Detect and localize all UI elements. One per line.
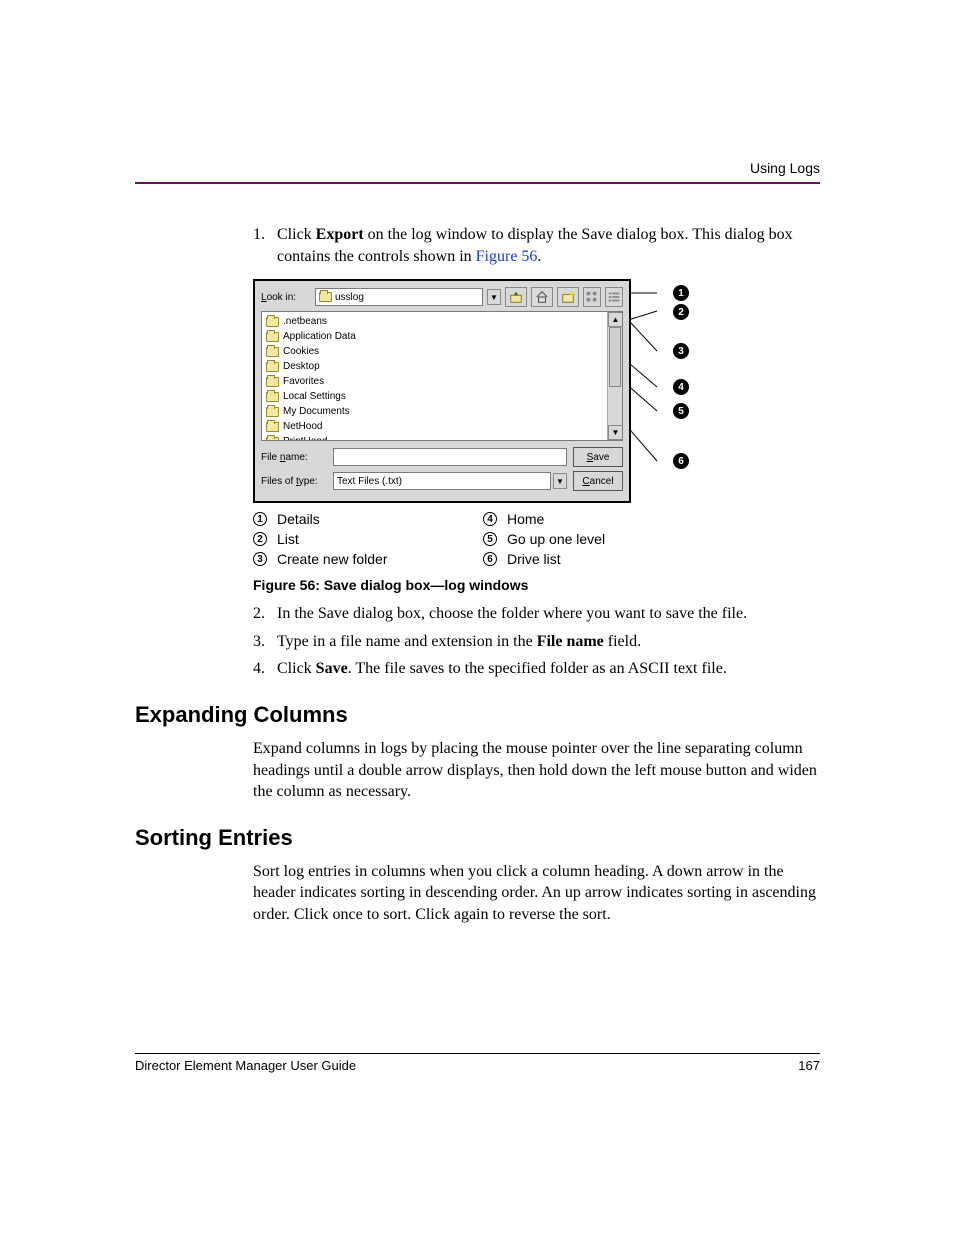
header-rule <box>135 182 820 184</box>
step-number: 4. <box>253 658 277 680</box>
dropdown-arrow-icon[interactable]: ▼ <box>487 289 501 305</box>
running-header: Using Logs <box>135 160 820 176</box>
callout-badge: 5 <box>673 403 689 419</box>
filename-label: File name: <box>261 452 327 463</box>
folder-icon <box>266 317 279 327</box>
scroll-up-icon[interactable]: ▲ <box>608 312 623 327</box>
legend-num: 6 <box>483 552 497 566</box>
list-item[interactable]: PrintHood <box>262 434 622 441</box>
step-text: Click Export on the log window to displa… <box>277 224 820 267</box>
heading-expanding-columns: Expanding Columns <box>135 702 820 728</box>
list-item[interactable]: NetHood <box>262 419 622 434</box>
footer-title: Director Element Manager User Guide <box>135 1058 356 1073</box>
figure-56: Look in: usslog ▼ <box>253 279 673 503</box>
folder-icon <box>266 362 279 372</box>
callout-legend: 1Details 2List 3Create new folder 4Home … <box>253 511 820 571</box>
details-view-button[interactable] <box>605 287 623 307</box>
lookin-dropdown[interactable]: usslog <box>315 288 483 306</box>
callout-badge: 1 <box>673 285 689 301</box>
step-text: In the Save dialog box, choose the folde… <box>277 603 820 625</box>
legend-text: Details <box>277 511 320 527</box>
list-item[interactable]: Cookies <box>262 344 622 359</box>
t: . <box>537 248 541 265</box>
legend-num: 1 <box>253 512 267 526</box>
save-button[interactable]: Save <box>573 447 623 467</box>
step-number: 3. <box>253 631 277 653</box>
file-list[interactable]: .netbeans Application Data Cookies Deskt… <box>261 311 623 441</box>
dropdown-arrow-icon[interactable]: ▼ <box>553 473 567 489</box>
page-footer: Director Element Manager User Guide 167 <box>135 1053 820 1073</box>
list-item[interactable]: Desktop <box>262 359 622 374</box>
filetype-dropdown[interactable]: Text Files (.txt) <box>333 472 551 490</box>
callout-badge: 6 <box>673 453 689 469</box>
steps-bottom: 2. In the Save dialog box, choose the fo… <box>253 603 820 680</box>
list-item[interactable]: Local Settings <box>262 389 622 404</box>
heading-sorting-entries: Sorting Entries <box>135 825 820 851</box>
list-item[interactable]: My Documents <box>262 404 622 419</box>
list-item[interactable]: .netbeans <box>262 314 622 329</box>
lookin-label: Look in: <box>261 292 311 303</box>
callout-badge: 3 <box>673 343 689 359</box>
legend-text: Drive list <box>507 551 561 567</box>
save-dialog: Look in: usslog ▼ <box>253 279 631 503</box>
filetype-label: Files of type: <box>261 476 327 487</box>
legend-num: 3 <box>253 552 267 566</box>
paragraph: Sort log entries in columns when you cli… <box>253 861 820 926</box>
list-item[interactable]: Favorites <box>262 374 622 389</box>
step-number: 2. <box>253 603 277 625</box>
lookin-row: Look in: usslog ▼ <box>255 281 629 311</box>
folder-icon <box>266 407 279 417</box>
list-view-button[interactable] <box>583 287 601 307</box>
folder-icon <box>266 332 279 342</box>
t-bold: Export <box>316 226 364 243</box>
figure-caption: Figure 56: Save dialog box—log windows <box>253 577 820 593</box>
filename-input[interactable] <box>333 448 567 466</box>
t: Click <box>277 226 316 243</box>
scroll-down-icon[interactable]: ▼ <box>608 425 623 440</box>
paragraph: Expand columns in logs by placing the mo… <box>253 738 820 803</box>
folder-icon <box>266 377 279 387</box>
lookin-value: usslog <box>335 292 364 303</box>
home-button[interactable] <box>531 287 553 307</box>
figure-link[interactable]: Figure 56 <box>476 248 538 265</box>
legend-text: List <box>277 531 299 547</box>
folder-icon <box>319 292 332 302</box>
page-number: 167 <box>798 1058 820 1073</box>
cancel-button[interactable]: Cancel <box>573 471 623 491</box>
up-one-level-button[interactable] <box>505 287 527 307</box>
folder-icon <box>266 347 279 357</box>
steps-top: 1. Click Export on the log window to dis… <box>253 224 820 267</box>
scrollbar[interactable]: ▲ ▼ <box>607 312 622 440</box>
legend-num: 4 <box>483 512 497 526</box>
legend-num: 5 <box>483 532 497 546</box>
step-text: Type in a file name and extension in the… <box>277 631 820 653</box>
folder-icon <box>266 392 279 402</box>
new-folder-button[interactable] <box>557 287 579 307</box>
legend-text: Create new folder <box>277 551 388 567</box>
step-text: Click Save. The file saves to the specif… <box>277 658 820 680</box>
callout-badge: 2 <box>673 304 689 320</box>
footer-rule <box>135 1053 820 1054</box>
callout-badge: 4 <box>673 379 689 395</box>
scroll-thumb[interactable] <box>609 327 621 387</box>
legend-text: Go up one level <box>507 531 605 547</box>
legend-text: Home <box>507 511 544 527</box>
folder-icon <box>266 422 279 432</box>
list-item[interactable]: Application Data <box>262 329 622 344</box>
step-number: 1. <box>253 224 277 267</box>
legend-num: 2 <box>253 532 267 546</box>
folder-icon <box>266 437 279 442</box>
